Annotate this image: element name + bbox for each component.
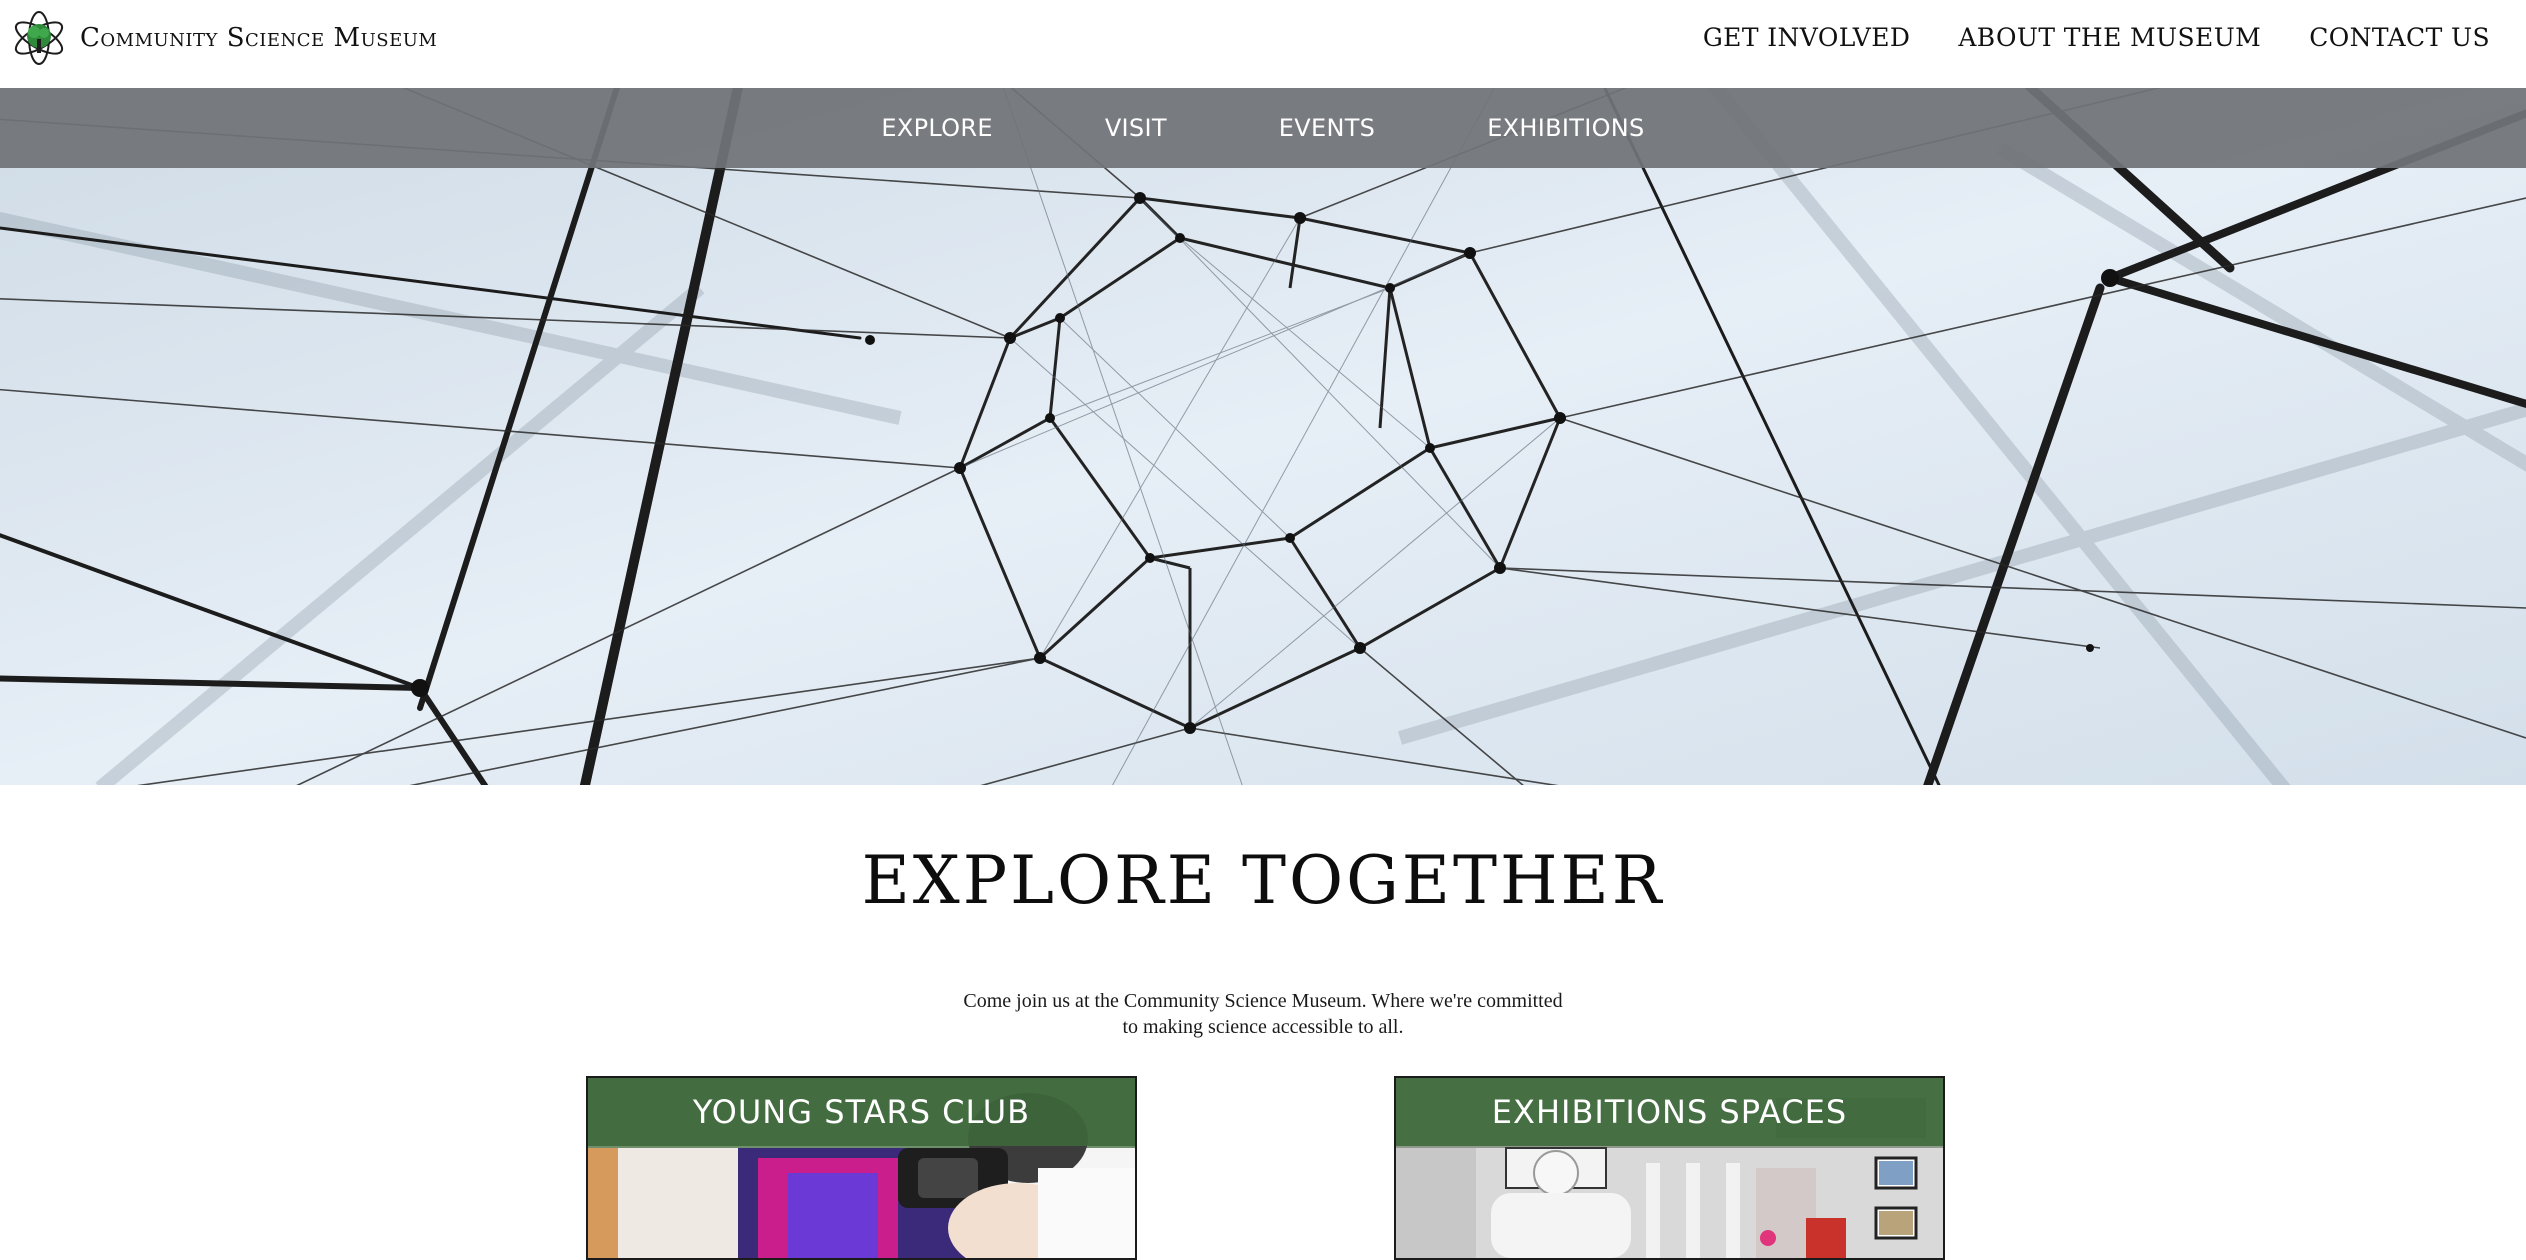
site-header: Community Science Museum GET INVOLVED AB… xyxy=(0,0,2526,88)
nav-explore[interactable]: EXPLORE xyxy=(881,114,992,142)
geometric-string-network-photo xyxy=(0,88,2526,785)
utility-nav: GET INVOLVED ABOUT THE MUSEUM CONTACT US xyxy=(1655,20,2490,56)
nav-events[interactable]: EVENTS xyxy=(1279,114,1375,142)
exhibitions-spaces-title: EXHIBITIONS SPACES xyxy=(1396,1078,1943,1146)
main-nav: EXPLORE VISIT EVENTS EXHIBITIONS xyxy=(0,88,2526,168)
intro-text: Come join us at the Community Science Mu… xyxy=(963,990,1563,1038)
nav-visit[interactable]: VISIT xyxy=(1105,114,1167,142)
nav-about-the-museum[interactable]: ABOUT THE MUSEUM xyxy=(1958,20,2261,56)
young-stars-club-card[interactable]: YOUNG STARS CLUB xyxy=(586,1076,1137,1260)
nav-get-involved[interactable]: GET INVOLVED xyxy=(1703,20,1911,56)
nav-exhibitions[interactable]: EXHIBITIONS xyxy=(1487,114,1644,142)
exhibitions-spaces-card[interactable]: EXHIBITIONS SPACES xyxy=(1394,1076,1945,1260)
atom-tree-logo-icon xyxy=(14,11,64,65)
brand-name: Community Science Museum xyxy=(80,23,438,53)
page-headline: EXPLORE TOGETHER xyxy=(861,842,1665,919)
hero-banner: EXPLORE VISIT EVENTS EXHIBITIONS xyxy=(0,88,2526,785)
nav-contact-us[interactable]: CONTACT US xyxy=(2309,20,2490,56)
young-stars-club-title: YOUNG STARS CLUB xyxy=(588,1078,1135,1146)
brand-home-link[interactable]: Community Science Museum xyxy=(10,8,437,68)
